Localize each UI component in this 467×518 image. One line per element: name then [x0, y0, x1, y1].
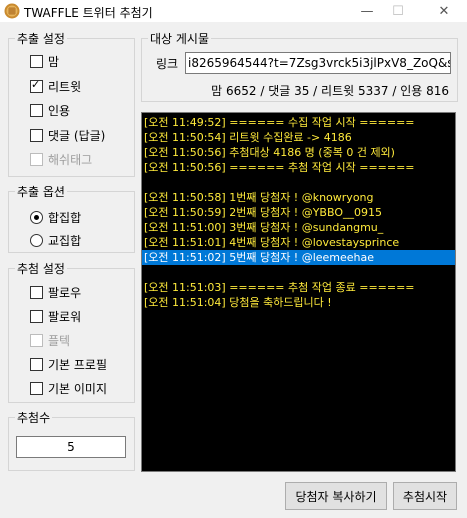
draw-count-legend: 추첨수: [15, 409, 53, 426]
checkbox-box[interactable]: [30, 310, 43, 323]
checkbox-default-profile[interactable]: 기본 프로필: [30, 356, 107, 373]
checkbox-hashtag: 해쉬태그: [30, 151, 92, 168]
draw-settings-legend: 추첨 설정: [15, 260, 67, 277]
checkbox-follower[interactable]: 팔로워: [30, 308, 81, 325]
log-line[interactable]: [오전 11:50:58] 1번째 당첨자 ! @knowryong: [142, 190, 455, 205]
draw-count-input[interactable]: 5: [16, 436, 126, 458]
radio-circle[interactable]: [30, 234, 43, 247]
extract-options-group: 추출 옵션 합집합 교집합: [8, 183, 135, 253]
post-stats: 맘 6652 / 댓글 35 / 리트윗 5337 / 인용 816: [211, 84, 449, 98]
checkbox-box: [30, 153, 43, 166]
checkbox-box: [30, 334, 43, 347]
checkbox-default-image[interactable]: 기본 이미지: [30, 380, 107, 397]
radio-intersection[interactable]: 교집합: [30, 232, 81, 249]
checkbox-label: 팔로우: [48, 286, 82, 300]
log-line[interactable]: [오전 11:51:04] 당첨을 축하드립니다 !: [142, 295, 455, 310]
log-line[interactable]: [142, 265, 455, 280]
link-label: 링크: [156, 57, 179, 71]
checkbox-box[interactable]: [30, 286, 43, 299]
extract-settings-legend: 추출 설정: [15, 30, 67, 47]
checkbox-box[interactable]: [30, 129, 43, 142]
log-line[interactable]: [오전 11:51:00] 3번째 당첨자 ! @sundangmu_: [142, 220, 455, 235]
checkbox-protected: 플텍: [30, 332, 70, 349]
checkbox-like[interactable]: 맘: [30, 53, 59, 70]
checkbox-box[interactable]: [30, 382, 43, 395]
checkbox-reply[interactable]: 댓글 (답글): [30, 127, 105, 144]
close-icon: ✕: [438, 3, 450, 19]
checkbox-label: 기본 프로필: [48, 358, 108, 372]
log-line[interactable]: [오전 11:50:54] 리트윗 수집완료 -> 4186: [142, 130, 455, 145]
checkbox-box[interactable]: [30, 104, 43, 117]
maximize-icon: ☐: [392, 3, 404, 19]
checkbox-retweet[interactable]: 리트윗: [30, 78, 81, 95]
checkbox-box[interactable]: [30, 78, 43, 93]
log-line[interactable]: [오전 11:50:59] 2번째 당첨자 ! @YBBO__0915: [142, 205, 455, 220]
checkbox-label: 리트윗: [48, 80, 82, 94]
log-line[interactable]: [142, 175, 455, 190]
log-line[interactable]: [오전 11:51:01] 4번째 당첨자 ! @lovestaysprince: [142, 235, 455, 250]
checkbox-box[interactable]: [30, 55, 43, 68]
radio-label: 합집합: [48, 211, 82, 225]
radio-union[interactable]: 합집합: [30, 209, 81, 226]
log-line[interactable]: [오전 11:50:56] 추첨대상 4186 명 (중복 0 건 제외): [142, 145, 455, 160]
extract-options-legend: 추출 옵션: [15, 183, 67, 200]
title-bar: TWAFFLE 트위터 추첨기 — ☐ ✕: [0, 0, 467, 22]
start-draw-button[interactable]: 추첨시작: [393, 482, 457, 510]
log-line-selected[interactable]: [오전 11:51:02] 5번째 당첨자 ! @leemeehae: [142, 250, 455, 265]
log-line[interactable]: [오전 11:51:03] ====== 추첨 작업 종료 ======: [142, 280, 455, 295]
close-button[interactable]: ✕: [424, 0, 464, 22]
draw-settings-group: 추첨 설정 팔로우 팔로워 플텍 기본 프로필 기본 이미지: [8, 260, 135, 403]
checkbox-label: 인용: [48, 104, 71, 118]
checkbox-label: 댓글 (답글): [48, 129, 106, 143]
log-list[interactable]: [오전 11:49:52] ====== 수집 작업 시작 ====== [오전…: [141, 112, 456, 472]
target-post-legend: 대상 게시물: [148, 30, 212, 47]
copy-winners-button[interactable]: 당첨자 복사하기: [285, 482, 387, 510]
draw-count-group: 추첨수 5: [8, 409, 135, 471]
checkbox-label: 기본 이미지: [48, 382, 108, 396]
log-line[interactable]: [오전 11:49:52] ====== 수집 작업 시작 ======: [142, 115, 455, 130]
checkbox-following[interactable]: 팔로우: [30, 284, 81, 301]
checkbox-label: 플텍: [48, 334, 71, 348]
checkbox-label: 팔로워: [48, 310, 82, 324]
checkbox-label: 맘: [48, 55, 60, 69]
checkbox-label: 해쉬태그: [48, 153, 93, 167]
minimize-icon: —: [360, 3, 374, 19]
window-title: TWAFFLE 트위터 추첨기: [24, 6, 153, 20]
extract-settings-group: 추출 설정 맘 리트윗 인용 댓글 (답글) 해쉬태그: [8, 30, 135, 177]
target-post-group: 대상 게시물 링크 i8265964544?t=7Zsg3vrck5i3jlPx…: [141, 30, 458, 102]
maximize-button[interactable]: ☐: [378, 0, 418, 22]
app-icon: [4, 3, 20, 19]
radio-circle[interactable]: [30, 211, 43, 224]
checkbox-quote[interactable]: 인용: [30, 102, 70, 119]
link-input[interactable]: i8265964544?t=7Zsg3vrck5i3jlPxV8_ZoQ&s=1…: [185, 52, 451, 74]
checkbox-box[interactable]: [30, 358, 43, 371]
log-line[interactable]: [오전 11:50:56] ====== 추첨 작업 시작 ======: [142, 160, 455, 175]
radio-label: 교집합: [48, 234, 82, 248]
